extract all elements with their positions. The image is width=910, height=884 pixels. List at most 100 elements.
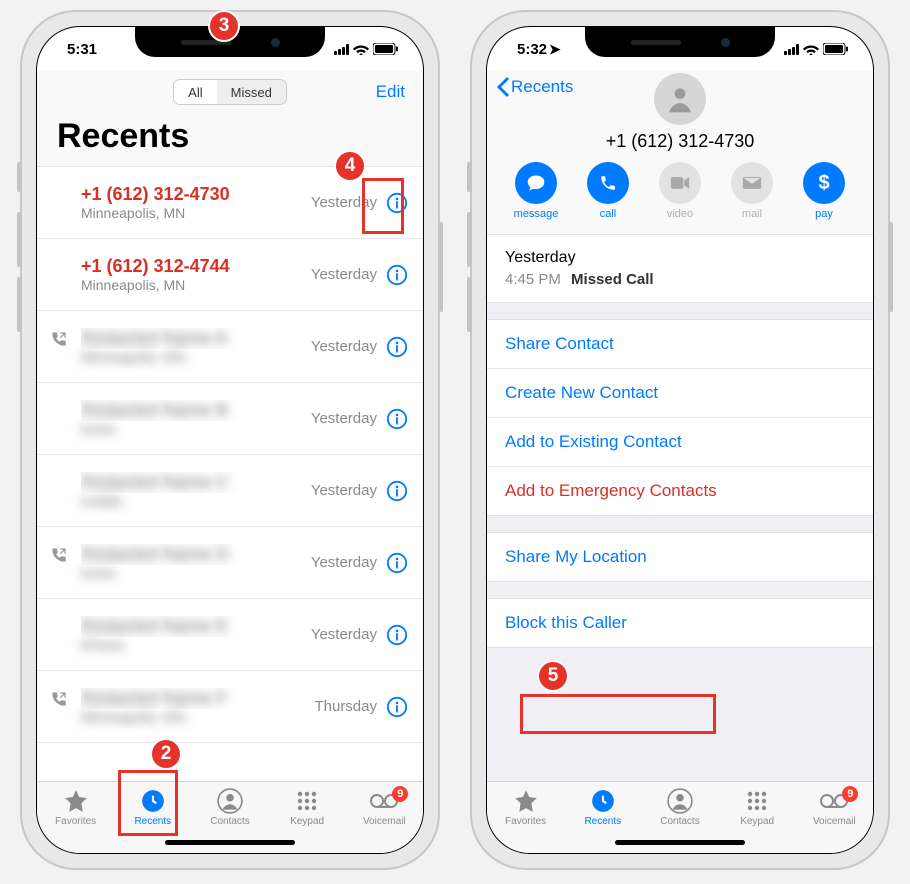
recents-row[interactable]: Redacted Name BhomeYesterday <box>37 383 423 455</box>
recents-row-title: +1 (612) 312-4744 <box>81 256 311 277</box>
tab-label: Favorites <box>55 816 96 827</box>
action-message[interactable]: message <box>510 162 562 220</box>
home-indicator[interactable] <box>615 840 745 845</box>
voicemail-badge: 9 <box>392 786 408 802</box>
recents-row-subtitle: home <box>81 565 311 581</box>
power-button <box>439 222 443 312</box>
info-button[interactable] <box>385 191 409 215</box>
share-contact-button[interactable]: Share Contact <box>487 320 873 369</box>
recents-row-subtitle: Minneapolis, MN <box>81 205 311 221</box>
recents-row-subtitle: Minneapolis, MN <box>81 277 311 293</box>
recents-row-time: Thursday <box>314 698 377 715</box>
action-row: message call video mail $ pay <box>510 162 850 220</box>
back-button[interactable]: Recents <box>497 77 573 97</box>
recents-row-title: Redacted Name D <box>81 544 311 565</box>
tab-label: Voicemail <box>363 816 406 827</box>
recents-row-time: Yesterday <box>311 626 377 643</box>
recents-row-title: Redacted Name F <box>81 688 314 709</box>
tab-label: Voicemail <box>813 816 856 827</box>
share-location-button[interactable]: Share My Location <box>487 533 873 581</box>
recents-row-title: +1 (612) 312-4730 <box>81 184 311 205</box>
recents-row[interactable]: Redacted Name CmobileYesterday <box>37 455 423 527</box>
create-new-contact-button[interactable]: Create New Contact <box>487 369 873 418</box>
detail-body[interactable]: Yesterday 4:45 PM Missed Call Share Cont… <box>487 235 873 781</box>
block-caller-button[interactable]: Block this Caller <box>487 599 873 647</box>
tab-label: Keypad <box>740 816 774 827</box>
action-call[interactable]: call <box>582 162 634 220</box>
info-button[interactable] <box>385 263 409 287</box>
action-label: pay <box>815 208 833 220</box>
outgoing-call-icon <box>51 691 67 712</box>
recents-row[interactable]: Redacted Name AMinneapolis, MNYesterday <box>37 311 423 383</box>
avatar <box>654 73 706 125</box>
location-icon: ➤ <box>549 41 561 57</box>
phone-icon <box>587 162 629 204</box>
cellular-icon <box>784 44 799 55</box>
info-button[interactable] <box>385 335 409 359</box>
volume-down <box>17 277 21 332</box>
recents-list[interactable]: +1 (612) 312-4730Minneapolis, MNYesterda… <box>37 167 423 781</box>
info-button[interactable] <box>385 479 409 503</box>
nav-header: All Missed Edit <box>37 71 423 113</box>
recents-row-time: Yesterday <box>311 482 377 499</box>
tab-voicemail[interactable]: Voicemail 9 <box>352 788 416 853</box>
outgoing-call-icon <box>51 331 67 352</box>
contact-phone-number: +1 (612) 312-4730 <box>606 125 755 162</box>
volume-up <box>467 212 471 267</box>
action-label: message <box>514 208 559 220</box>
battery-icon <box>823 43 849 55</box>
recents-row-time: Yesterday <box>311 266 377 283</box>
status-time: 5:32➤ <box>517 41 561 58</box>
wifi-icon <box>353 43 369 55</box>
edit-button[interactable]: Edit <box>376 82 405 102</box>
call-log-row: 4:45 PM Missed Call <box>505 271 855 288</box>
screen-contact-detail: 5:32➤ Recents +1 (612) 312-4730 <box>486 26 874 854</box>
volume-up <box>17 212 21 267</box>
annotation-badge-5: 5 <box>537 660 569 692</box>
recents-row[interactable]: +1 (612) 312-4744Minneapolis, MNYesterda… <box>37 239 423 311</box>
info-button[interactable] <box>385 623 409 647</box>
segment-missed[interactable]: Missed <box>217 80 286 104</box>
tab-label: Recents <box>584 816 621 827</box>
message-icon <box>515 162 557 204</box>
recents-row-title: Redacted Name C <box>81 472 311 493</box>
segmented-control[interactable]: All Missed <box>173 79 287 105</box>
recents-row[interactable]: Redacted Name FMinneapolis, MNThursday <box>37 671 423 743</box>
recents-row[interactable]: +1 (612) 312-4730Minneapolis, MNYesterda… <box>37 167 423 239</box>
home-indicator[interactable] <box>165 840 295 845</box>
action-label: video <box>667 208 693 220</box>
info-button[interactable] <box>385 695 409 719</box>
info-button[interactable] <box>385 551 409 575</box>
add-existing-contact-button[interactable]: Add to Existing Contact <box>487 418 873 467</box>
annotation-badge-2: 2 <box>150 738 182 770</box>
action-pay[interactable]: $ pay <box>798 162 850 220</box>
tab-label: Favorites <box>505 816 546 827</box>
tab-favorites[interactable]: Favorites <box>44 788 108 853</box>
notch <box>585 27 775 57</box>
back-label: Recents <box>511 77 573 97</box>
info-button[interactable] <box>385 407 409 431</box>
recents-row-subtitle: Minneapolis, MN <box>81 709 314 725</box>
voicemail-badge: 9 <box>842 786 858 802</box>
recents-row-time: Yesterday <box>311 410 377 427</box>
action-label: call <box>600 208 617 220</box>
power-button <box>889 222 893 312</box>
pay-icon: $ <box>803 162 845 204</box>
recents-row-title: Redacted Name A <box>81 328 311 349</box>
tab-label: Contacts <box>210 816 249 827</box>
call-log-day: Yesterday <box>505 249 855 267</box>
recents-row[interactable]: Redacted Name DhomeYesterday <box>37 527 423 599</box>
recents-row-title: Redacted Name E <box>81 616 311 637</box>
page-title: Recents <box>37 113 423 167</box>
recents-row[interactable]: Redacted Name EiPhoneYesterday <box>37 599 423 671</box>
annotation-badge-3: 3 <box>208 10 240 42</box>
add-emergency-contact-button[interactable]: Add to Emergency Contacts <box>487 467 873 515</box>
mute-switch <box>17 162 21 192</box>
screen-recents: 5:31 All Missed Edit Recents +1 (612) 31… <box>36 26 424 854</box>
segment-all[interactable]: All <box>174 80 216 104</box>
tab-voicemail[interactable]: Voicemail 9 <box>802 788 866 853</box>
recents-row-time: Yesterday <box>311 194 377 211</box>
wifi-icon <box>803 43 819 55</box>
tab-favorites[interactable]: Favorites <box>494 788 558 853</box>
status-time: 5:31 <box>67 41 97 58</box>
